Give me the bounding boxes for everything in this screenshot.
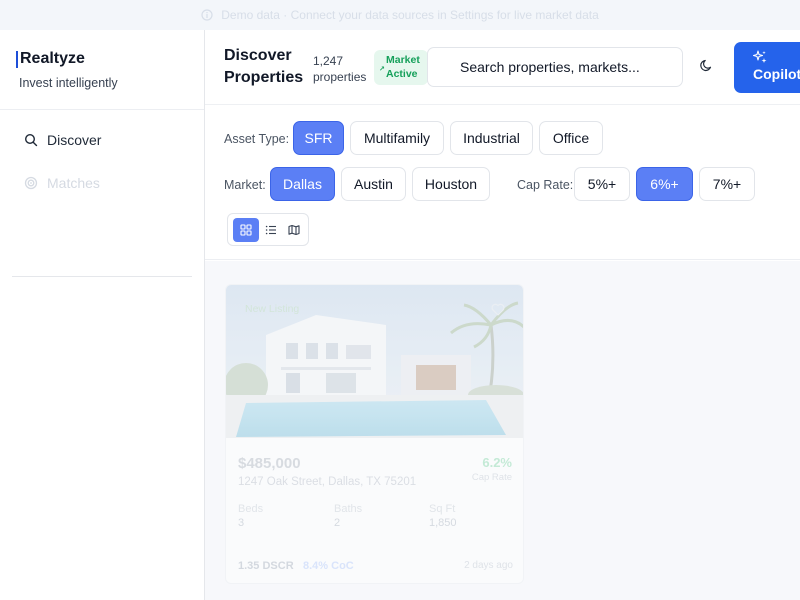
cap-rate-chip-6[interactable]: 6%+ — [636, 167, 693, 201]
new-listing-tag: New Listing — [245, 303, 300, 315]
sidebar-divider — [0, 109, 204, 110]
sidebar-item-label: Matches — [47, 175, 100, 191]
search-icon — [24, 133, 38, 147]
baths-value: 2 — [334, 517, 341, 529]
market-label: Market: — [224, 178, 266, 192]
dscr-metric: 1.35 DSCR — [238, 560, 294, 572]
beds-value: 3 — [238, 517, 245, 529]
page-title: Discover Properties — [224, 47, 304, 86]
listing-price: $485,000 — [238, 455, 301, 472]
asset-type-chip-industrial[interactable]: Industrial — [450, 121, 533, 155]
posted-time: 2 days ago — [464, 560, 513, 571]
theme-toggle-moon-icon[interactable] — [700, 58, 714, 77]
listings-area: New Listing $485,000 1247 Oak Street, Da… — [205, 261, 800, 600]
view-mode-toggle — [227, 213, 309, 246]
copilot-label: Copilot — [753, 66, 800, 82]
sidebar-divider — [12, 276, 192, 277]
asset-type-chip-multifamily[interactable]: Multifamily — [350, 121, 444, 155]
sqft-value: 1,850 — [429, 517, 457, 529]
filter-panel: Asset Type: SFR Multifamily Industrial O… — [205, 105, 800, 260]
sidebar-item-matches[interactable]: Matches — [24, 175, 100, 191]
cap-rate-label: Cap Rate: — [517, 178, 574, 192]
sparkle-icon — [752, 50, 767, 67]
demo-banner: Demo data · Connect your data sources in… — [0, 0, 800, 30]
sidebar-item-discover[interactable]: Discover — [24, 132, 101, 148]
sidebar-item-label: Discover — [47, 132, 102, 148]
coc-metric: 8.4% CoC — [303, 560, 354, 572]
market-chip-dallas[interactable]: Dallas — [270, 167, 335, 201]
listing-address: 1247 Oak Street, Dallas, TX 75201 — [238, 476, 417, 488]
map-view-icon[interactable] — [281, 218, 307, 242]
baths-stat: Baths 2 — [334, 503, 362, 529]
beds-stat: Beds 3 — [238, 503, 263, 529]
property-card[interactable]: New Listing $485,000 1247 Oak Street, Da… — [225, 284, 524, 584]
market-chip-austin[interactable]: Austin — [341, 167, 406, 201]
market-chip-houston[interactable]: Houston — [412, 167, 490, 201]
market-status-label: Market Active — [386, 54, 420, 80]
brand-logo[interactable]: Realtyze — [16, 50, 85, 68]
copilot-button[interactable]: Copilot — [734, 42, 800, 93]
grid-view-icon[interactable] — [233, 218, 259, 242]
brand-name: Realtyze — [20, 50, 85, 67]
brand-accent-bar — [16, 50, 18, 68]
trend-icon: ↗ — [379, 66, 385, 73]
asset-type-label: Asset Type: — [224, 132, 290, 146]
brand-tagline: Invest intelligently — [19, 76, 118, 90]
heart-icon[interactable] — [491, 303, 505, 321]
sqft-stat: Sq Ft 1,850 — [429, 503, 457, 529]
cap-rate-chip-5[interactable]: 5%+ — [574, 167, 630, 201]
banner-text: Demo data · Connect your data sources in… — [221, 8, 599, 22]
page-header: Discover Properties 1,247 properties ↗ M… — [205, 30, 800, 105]
property-count: 1,247 properties — [313, 54, 367, 84]
search-input[interactable] — [427, 47, 683, 87]
beds-label: Beds — [238, 503, 264, 515]
sidebar: Realtyze Invest intelligently Discover M… — [0, 30, 205, 600]
cap-rate-value: 6.2% — [482, 455, 512, 470]
brand: Realtyze Invest intelligently — [16, 50, 118, 90]
market-status-badge: ↗ Market Active — [374, 50, 428, 85]
asset-type-chip-office[interactable]: Office — [539, 121, 603, 155]
cap-rate-caption: Cap Rate — [471, 472, 512, 483]
asset-type-chip-sfr[interactable]: SFR — [293, 121, 344, 155]
listing-cap-rate: 6.2% Cap Rate — [471, 455, 512, 483]
info-icon — [201, 9, 213, 21]
baths-label: Baths — [334, 503, 363, 515]
sqft-label: Sq Ft — [429, 503, 456, 515]
target-icon — [24, 176, 38, 190]
cap-rate-chip-7[interactable]: 7%+ — [699, 167, 755, 201]
